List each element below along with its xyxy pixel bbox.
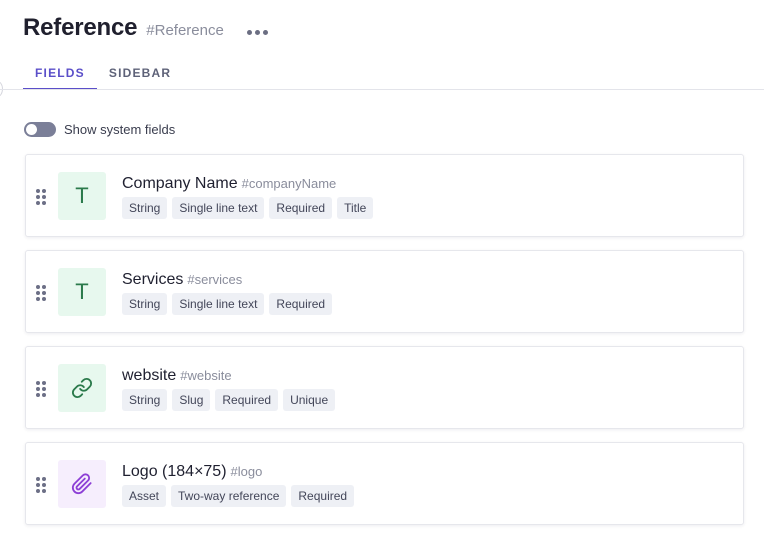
drag-handle-icon[interactable] bbox=[36, 381, 48, 397]
field-api-id: #companyName bbox=[241, 176, 337, 191]
field-api-id: #logo bbox=[230, 464, 263, 479]
tab-fields[interactable]: FIELDS bbox=[23, 66, 97, 90]
field-api-id: #website bbox=[180, 368, 232, 383]
badge: String bbox=[122, 197, 168, 219]
field-title: website #website bbox=[122, 367, 232, 385]
badge: Two-way reference bbox=[171, 485, 287, 507]
field-card-website[interactable]: website #website String Slug Required Un… bbox=[25, 346, 744, 429]
more-options-icon[interactable] bbox=[247, 30, 268, 36]
paperclip-icon bbox=[58, 460, 106, 508]
field-name: Logo (184×75) bbox=[122, 463, 227, 480]
badge: Slug bbox=[172, 389, 211, 411]
badge: Asset bbox=[122, 485, 167, 507]
drag-handle-icon[interactable] bbox=[36, 189, 48, 205]
field-title: Logo (184×75) #logo bbox=[122, 463, 262, 481]
field-badges: Asset Two-way reference Required bbox=[122, 485, 359, 507]
badge: Title bbox=[337, 197, 374, 219]
tab-sidebar[interactable]: SIDEBAR bbox=[97, 66, 183, 89]
field-api-id: #services bbox=[187, 272, 243, 287]
field-badges: String Single line text Required Title bbox=[122, 197, 378, 219]
badge: Required bbox=[215, 389, 279, 411]
page-header: Reference #Reference bbox=[23, 14, 224, 42]
system-fields-toggle-label: Show system fields bbox=[64, 122, 176, 137]
drag-handle-icon[interactable] bbox=[36, 477, 48, 493]
field-name: Services bbox=[122, 271, 184, 288]
badge: Unique bbox=[283, 389, 336, 411]
badge: Required bbox=[269, 197, 333, 219]
text-type-icon: T bbox=[58, 172, 106, 220]
field-name: website bbox=[122, 367, 177, 384]
model-api-id: #Reference bbox=[146, 22, 224, 39]
system-fields-toggle[interactable] bbox=[24, 122, 56, 137]
field-badges: String Slug Required Unique bbox=[122, 389, 340, 411]
link-icon bbox=[58, 364, 106, 412]
system-fields-toggle-row: Show system fields bbox=[24, 122, 175, 137]
field-card-services[interactable]: T Services #services String Single line … bbox=[25, 250, 744, 333]
field-title: Services #services bbox=[122, 271, 242, 289]
badge: Single line text bbox=[172, 293, 265, 315]
field-card-company-name[interactable]: T Company Name #companyName String Singl… bbox=[25, 154, 744, 237]
page-title: Reference bbox=[23, 14, 138, 41]
drag-handle-icon[interactable] bbox=[36, 285, 48, 301]
text-type-icon: T bbox=[58, 268, 106, 316]
field-title: Company Name #companyName bbox=[122, 175, 336, 193]
badge: Single line text bbox=[172, 197, 265, 219]
field-badges: String Single line text Required bbox=[122, 293, 337, 315]
field-card-logo[interactable]: Logo (184×75) #logo Asset Two-way refere… bbox=[25, 442, 744, 525]
text-type-letter: T bbox=[75, 279, 89, 304]
badge: Required bbox=[291, 485, 355, 507]
tab-divider bbox=[0, 89, 764, 90]
field-name: Company Name bbox=[122, 175, 238, 192]
badge: String bbox=[122, 389, 168, 411]
text-type-letter: T bbox=[75, 183, 89, 208]
tab-bar: FIELDS SIDEBAR bbox=[23, 66, 183, 90]
badge: Required bbox=[269, 293, 333, 315]
badge: String bbox=[122, 293, 168, 315]
